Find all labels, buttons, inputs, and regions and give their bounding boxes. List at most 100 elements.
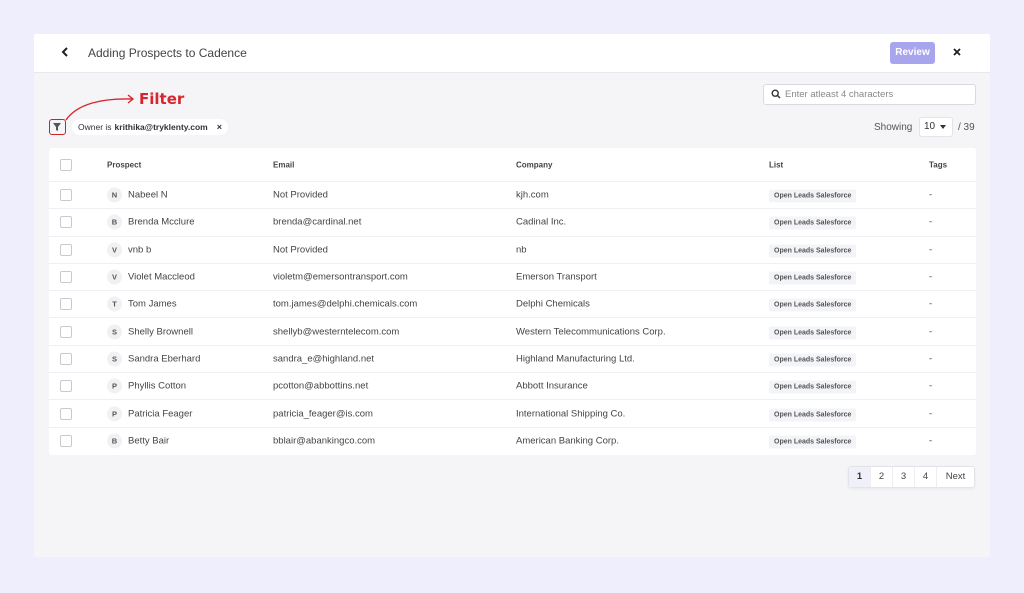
column-header-company: Company <box>516 160 553 169</box>
list-cell: Open Leads Salesforce <box>769 380 857 394</box>
column-header-prospect: Prospect <box>107 160 142 169</box>
table-row[interactable]: N Nabeel N Not Provided kjh.com Open Leads S… <box>49 182 976 210</box>
avatar: S <box>107 324 122 340</box>
table-row[interactable]: Vvnb b Not Provided nb Open Leads Salesforc… <box>49 237 976 264</box>
column-header-tags: Tags <box>929 160 948 169</box>
prospect-name[interactable]: Shelly Brownell <box>128 326 193 337</box>
prospect-cell: Vvnb b <box>107 242 151 258</box>
prospect-name[interactable]: Violet Maccleod <box>128 272 195 283</box>
row-checkbox[interactable] <box>60 243 72 256</box>
list-cell: Open Leads Salesforce <box>769 216 857 230</box>
row-checkbox[interactable] <box>60 216 72 229</box>
prospect-cell: S Shelly Brownell <box>107 324 193 340</box>
next-page-button[interactable]: Next <box>937 467 974 487</box>
avatar: P <box>107 378 122 394</box>
page-button-3[interactable]: 3 <box>893 467 915 487</box>
prospect-cell: V Violet Maccleod <box>107 269 195 285</box>
list-badge: Open Leads Salesforce <box>769 435 857 449</box>
tags-cell: - <box>929 244 933 256</box>
table-row[interactable]: B Betty Bair bblair@abankingco.com American… <box>49 428 976 455</box>
tags-cell: - <box>929 408 933 420</box>
row-checkbox[interactable] <box>60 298 72 311</box>
chevron-left-icon <box>61 47 68 57</box>
email-cell: shellyb@westerntelecom.com <box>273 326 400 338</box>
page-button-4[interactable]: 4 <box>915 467 937 487</box>
avatar: S <box>107 351 122 367</box>
row-checkbox[interactable] <box>60 352 72 365</box>
list-cell: Open Leads Salesforce <box>769 326 857 340</box>
list-badge: Open Leads Salesforce <box>769 244 857 258</box>
list-badge: Open Leads Salesforce <box>769 216 857 230</box>
list-cell: Open Leads Salesforce <box>769 189 857 203</box>
table-row[interactable]: S Shelly Brownell shellyb@westerntelecom.c… <box>49 318 976 346</box>
tags-cell: - <box>929 271 933 283</box>
email-cell: Not Provided <box>273 244 328 256</box>
prospect-name[interactable]: Tom James <box>128 299 177 310</box>
avatar: P <box>107 406 122 422</box>
row-checkbox[interactable] <box>60 325 72 338</box>
add-prospects-modal: Adding Prospects to Cadence Review Filte… <box>34 34 990 557</box>
table-row[interactable]: P Phyllis Cotton pcotton@abbottins.net Abbo… <box>49 373 976 401</box>
table-row[interactable]: B Brenda Mcclure brenda@cardinal.net Cadina… <box>49 209 976 237</box>
filter-chip-value: krithika@tryklenty.com <box>114 122 208 132</box>
caret-down-icon <box>940 125 946 129</box>
company-cell: Abbott Insurance <box>516 380 588 392</box>
filter-chip-prefix: Owner is <box>78 122 112 132</box>
tags-cell: - <box>929 353 933 365</box>
prospect-name[interactable]: Nabeel N <box>128 190 168 201</box>
page-button-2[interactable]: 2 <box>871 467 893 487</box>
close-button[interactable] <box>952 45 962 60</box>
column-header-email: Email <box>273 160 295 169</box>
list-cell: Open Leads Salesforce <box>769 353 857 367</box>
company-cell: nb <box>516 244 527 256</box>
prospect-name[interactable]: Sandra Eberhard <box>128 353 200 364</box>
prospect-cell: B Betty Bair <box>107 433 169 449</box>
filter-chip: Owner is krithika@tryklenty.com × <box>72 119 228 135</box>
table-row[interactable]: V Violet Maccleod violetm@emersontransport… <box>49 264 976 292</box>
back-button[interactable] <box>60 45 74 61</box>
list-cell: Open Leads Salesforce <box>769 408 857 422</box>
row-checkbox[interactable] <box>60 189 72 202</box>
table-row[interactable]: T Tom James tom.james@delphi.chemicals.com… <box>49 291 976 319</box>
per-page-select[interactable]: 10 <box>919 117 953 137</box>
page-button-1[interactable]: 1 <box>849 467 871 487</box>
row-checkbox[interactable] <box>60 380 72 393</box>
remove-filter-icon[interactable]: × <box>217 122 222 132</box>
list-cell: Open Leads Salesforce <box>769 244 857 258</box>
email-cell: sandra_e@highland.net <box>273 353 375 365</box>
row-checkbox[interactable] <box>60 435 72 448</box>
prospect-cell: T Tom James <box>107 296 177 312</box>
annotation-arrow-icon <box>65 94 135 121</box>
table-row[interactable]: S Sandra Eberhard sandra_e@highland.net Hig… <box>49 346 976 374</box>
list-badge: Open Leads Salesforce <box>769 326 857 340</box>
column-header-list: List <box>769 160 784 169</box>
select-all-checkbox[interactable] <box>60 158 72 171</box>
filter-button[interactable] <box>49 119 66 135</box>
prospect-name[interactable]: Brenda Mcclure <box>128 217 195 228</box>
email-cell: Not Provided <box>273 189 328 201</box>
list-badge: Open Leads Salesforce <box>769 298 857 312</box>
prospect-name[interactable]: Betty Bair <box>128 436 169 447</box>
tags-cell: - <box>929 380 933 392</box>
company-cell: kjh.com <box>516 189 549 201</box>
row-checkbox[interactable] <box>60 407 72 420</box>
tags-cell: - <box>929 216 933 228</box>
table-row[interactable]: P Patricia Feager patricia_feager@is.com In… <box>49 400 976 428</box>
showing-label: Showing <box>874 122 913 133</box>
row-checkbox[interactable] <box>60 271 72 284</box>
list-badge: Open Leads Salesforce <box>769 408 857 422</box>
total-count: / 39 <box>958 122 975 133</box>
prospect-name[interactable]: vnb b <box>128 244 151 255</box>
list-badge: Open Leads Salesforce <box>769 271 857 285</box>
prospect-name[interactable]: Patricia Feager <box>128 408 192 419</box>
company-cell: International Shipping Co. <box>516 408 626 420</box>
review-button[interactable]: Review <box>890 42 935 64</box>
email-cell: patricia_feager@is.com <box>273 408 373 420</box>
tags-cell: - <box>929 189 933 201</box>
search-input[interactable] <box>785 87 970 102</box>
company-cell: Emerson Transport <box>516 271 597 283</box>
prospects-table: Prospect Email Company List Tags N Nabeel… <box>49 148 976 455</box>
prospect-name[interactable]: Phyllis Cotton <box>128 381 186 392</box>
company-cell: Delphi Chemicals <box>516 298 590 310</box>
avatar: B <box>107 433 122 449</box>
